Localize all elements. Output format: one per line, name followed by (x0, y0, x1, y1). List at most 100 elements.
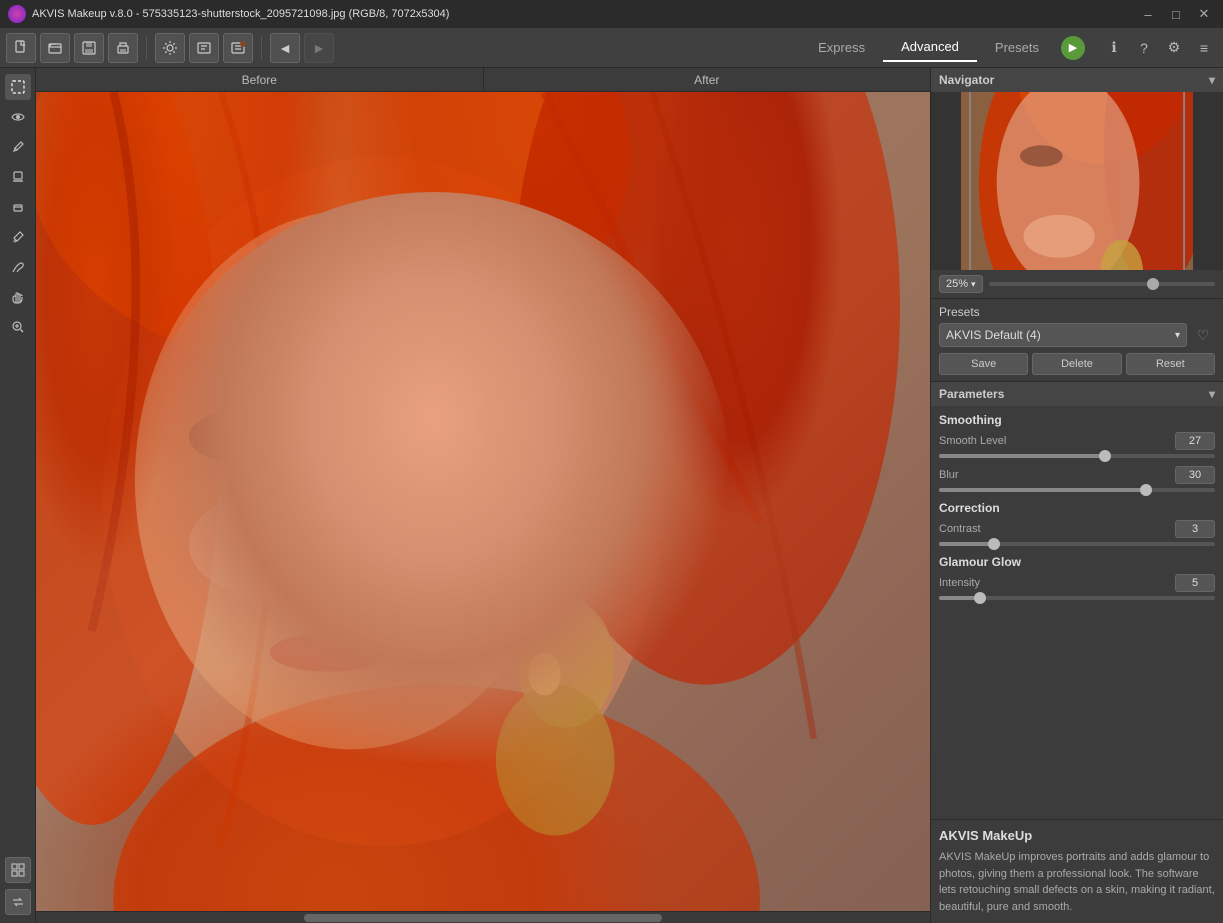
hand-tool[interactable] (5, 284, 31, 310)
new-button[interactable] (6, 33, 36, 63)
nav-image (961, 92, 1193, 270)
blur-slider-row (931, 486, 1223, 498)
info-text: AKVIS MakeUp improves portraits and adds… (939, 849, 1215, 915)
smooth-level-fill (939, 454, 1105, 458)
navigator-header[interactable]: Navigator ▾ (931, 68, 1223, 92)
intensity-value[interactable]: 5 (1175, 574, 1215, 592)
toolbar-right: ℹ ? ⚙ ≡ (1095, 35, 1223, 61)
parameters-collapse-icon: ▾ (1209, 387, 1215, 401)
blur-value[interactable]: 30 (1175, 466, 1215, 484)
smooth-level-row: Smooth Level 27 (931, 430, 1223, 452)
preset-buttons: Save Delete Reset (939, 353, 1215, 375)
delete-preset-button[interactable]: Delete (1032, 353, 1121, 375)
smooth-level-slider[interactable] (939, 454, 1215, 458)
canvas-content[interactable] (36, 92, 930, 911)
swap-button[interactable] (5, 889, 31, 915)
maximize-button[interactable]: □ (1165, 3, 1187, 25)
minimize-button[interactable]: – (1137, 3, 1159, 25)
blur-thumb[interactable] (1140, 484, 1152, 496)
right-panel: Navigator ▾ (930, 68, 1223, 923)
tab-presets[interactable]: Presets (977, 34, 1057, 61)
presets-section: Presets AKVIS Default (4) ▾ ♡ Save Delet… (931, 299, 1223, 382)
navigator-section: Navigator ▾ (931, 68, 1223, 299)
settings1-button[interactable] (155, 33, 185, 63)
zoom-display[interactable]: 25% ▾ (939, 275, 983, 293)
open-button[interactable] (40, 33, 70, 63)
tab-express[interactable]: Express (800, 34, 883, 61)
navigator-controls: 25% ▾ (931, 270, 1223, 298)
smooth-level-value[interactable]: 27 (1175, 432, 1215, 450)
canvas-scrollbar-thumb[interactable] (304, 914, 662, 922)
contrast-thumb[interactable] (988, 538, 1000, 550)
more-button[interactable]: ≡ (1191, 35, 1217, 61)
canvas-scrollbar[interactable] (36, 911, 930, 923)
save-button[interactable] (74, 33, 104, 63)
presets-label: Presets (939, 305, 1215, 319)
tab-advanced[interactable]: Advanced (883, 33, 977, 62)
settings3-button[interactable] (223, 33, 253, 63)
info-title: AKVIS MakeUp (939, 828, 1215, 843)
grid-button[interactable] (5, 857, 31, 883)
eraser-tool[interactable] (5, 194, 31, 220)
blur-label: Blur (939, 469, 1169, 481)
favorite-button[interactable]: ♡ (1191, 323, 1215, 347)
save-preset-button[interactable]: Save (939, 353, 1028, 375)
blur-slider[interactable] (939, 488, 1215, 492)
navigator-preview (931, 92, 1223, 270)
smooth-level-slider-row (931, 452, 1223, 464)
nav-right-strip (1193, 92, 1223, 270)
contrast-fill (939, 542, 994, 546)
preset-dropdown-icon: ▾ (1175, 330, 1180, 341)
correction-title: Correction (931, 498, 1223, 518)
close-button[interactable]: ✕ (1193, 3, 1215, 25)
title-bar: AKVIS Makeup v.8.0 - 575335123-shutterst… (0, 0, 1223, 28)
nav-left-strip (931, 92, 961, 270)
intensity-label: Intensity (939, 577, 1169, 589)
smudge-tool[interactable] (5, 254, 31, 280)
tab-bar: Express Advanced Presets ▶ (790, 33, 1095, 62)
select-tool[interactable] (5, 74, 31, 100)
preset-dropdown[interactable]: AKVIS Default (4) ▾ (939, 323, 1187, 347)
before-label: Before (36, 68, 484, 91)
help-button[interactable]: ? (1131, 35, 1157, 61)
after-label: After (484, 68, 931, 91)
stamp-tool[interactable] (5, 164, 31, 190)
back-button[interactable]: ◄ (270, 33, 300, 63)
contrast-row: Contrast 3 (931, 518, 1223, 540)
nav-zoom-slider[interactable] (989, 282, 1215, 286)
contrast-slider[interactable] (939, 542, 1215, 546)
intensity-thumb[interactable] (974, 592, 986, 604)
info-section: AKVIS MakeUp AKVIS MakeUp improves portr… (931, 819, 1223, 923)
nav-zoom-slider-thumb[interactable] (1147, 278, 1159, 290)
smooth-level-thumb[interactable] (1099, 450, 1111, 462)
canvas-image (36, 92, 930, 911)
preset-row: AKVIS Default (4) ▾ ♡ (939, 323, 1215, 347)
zoom-tool[interactable] (5, 314, 31, 340)
parameters-section: Parameters ▾ Smoothing Smooth Level 27 B… (931, 382, 1223, 819)
eye-tool[interactable] (5, 104, 31, 130)
play-button[interactable]: ▶ (1061, 36, 1085, 60)
contrast-label: Contrast (939, 523, 1169, 535)
dropper-tool[interactable] (5, 224, 31, 250)
zoom-dropdown-icon: ▾ (971, 279, 976, 290)
parameters-header[interactable]: Parameters ▾ (931, 382, 1223, 406)
main-content: Before After (0, 68, 1223, 923)
reset-preset-button[interactable]: Reset (1126, 353, 1215, 375)
contrast-value[interactable]: 3 (1175, 520, 1215, 538)
forward-button[interactable]: ► (304, 33, 334, 63)
settings2-button[interactable] (189, 33, 219, 63)
intensity-slider[interactable] (939, 596, 1215, 600)
smooth-level-label: Smooth Level (939, 435, 1169, 447)
main-toolbar: ◄ ► Express Advanced Presets ▶ ℹ ? ⚙ ≡ (0, 28, 1223, 68)
window-title: AKVIS Makeup v.8.0 - 575335123-shutterst… (32, 8, 1131, 20)
info-button[interactable]: ℹ (1101, 35, 1127, 61)
brush-tool[interactable] (5, 134, 31, 160)
blur-fill (939, 488, 1146, 492)
navigator-title: Navigator (939, 73, 994, 87)
print-button[interactable] (108, 33, 138, 63)
toolbar-separator-1 (146, 36, 147, 60)
blur-row: Blur 30 (931, 464, 1223, 486)
settings-button[interactable]: ⚙ (1161, 35, 1187, 61)
intensity-slider-row (931, 594, 1223, 606)
toolbar-left: ◄ ► (0, 33, 790, 63)
